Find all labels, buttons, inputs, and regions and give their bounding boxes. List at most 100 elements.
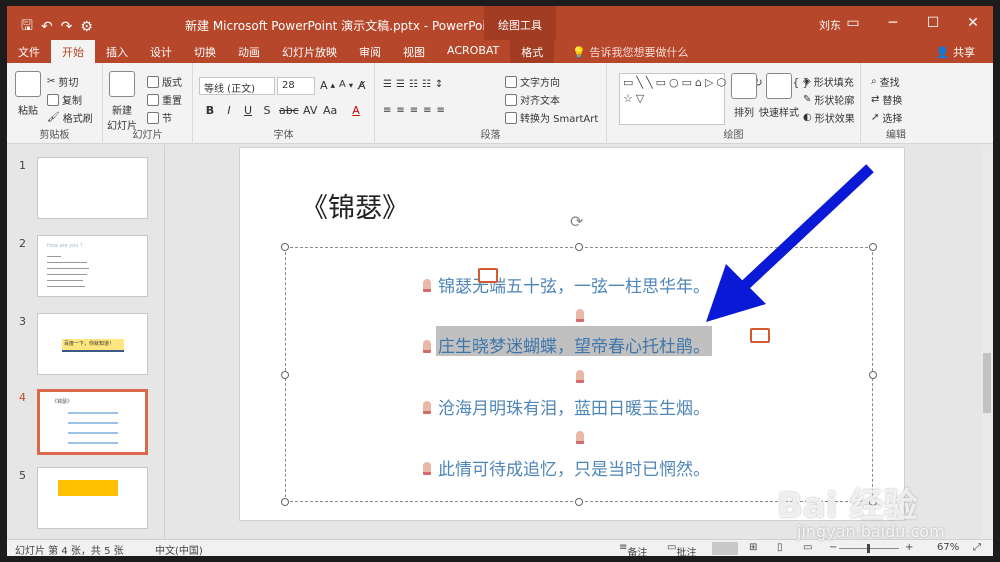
tab-acrobat[interactable]: ACROBAT <box>436 40 510 63</box>
current-slide[interactable]: 《锦瑟》 ⟳ 锦瑟无端五十弦，一弦一柱思华年。 庄生晓梦迷蝴蝶，望帝春心托杜鹃。 <box>239 147 905 521</box>
character-spacing-button[interactable]: AV <box>303 104 317 117</box>
replace-button[interactable]: ⇄ 替换 <box>871 92 902 107</box>
comments-button[interactable]: ▭ 批注 <box>667 542 696 556</box>
minimize-icon[interactable]: ─ <box>873 6 913 40</box>
drawing-tools-context-label: 绘图工具 <box>484 6 556 40</box>
scrollbar-thumb[interactable] <box>983 353 991 413</box>
arrange-button[interactable]: 排列 <box>731 73 757 119</box>
close-icon[interactable]: ✕ <box>953 6 993 40</box>
tab-format[interactable]: 格式 <box>510 40 555 63</box>
rotate-handle-icon[interactable]: ⟳ <box>570 212 583 231</box>
zoom-level[interactable]: 67% <box>937 542 959 553</box>
new-slide-button[interactable]: 新建 幻灯片 <box>107 71 137 132</box>
list-buttons[interactable]: ☰☰☷☷↕ <box>383 79 447 90</box>
tab-animations[interactable]: 动画 <box>227 40 271 63</box>
maximize-icon[interactable]: ☐ <box>913 6 953 40</box>
select-button[interactable]: ➚ 选择 <box>871 110 902 125</box>
tab-transitions[interactable]: 切换 <box>183 40 227 63</box>
tell-me-box[interactable]: 💡 告诉我您想要做什么 <box>562 40 698 63</box>
reading-view-icon[interactable]: ▯ <box>777 542 783 553</box>
group-editing: ⌕ 查找 ⇄ 替换 ➚ 选择 编辑 <box>861 63 931 144</box>
section-button[interactable]: 节 <box>147 110 172 125</box>
cursor-icon: ➚ <box>871 112 880 123</box>
tab-design[interactable]: 设计 <box>139 40 183 63</box>
poem-line-2-selected[interactable]: 庄生晓梦迷蝴蝶，望帝春心托杜鹃。 <box>436 326 712 357</box>
slide-title[interactable]: 《锦瑟》 <box>301 186 409 225</box>
font-name-dropdown[interactable]: 等线 (正文) <box>199 77 275 95</box>
tab-review[interactable]: 审阅 <box>348 40 392 63</box>
brush-icon: 🖌 <box>47 112 60 123</box>
cut-button[interactable]: ✂ 剪切 <box>47 74 78 89</box>
copy-button[interactable]: 复制 <box>47 92 82 107</box>
find-button[interactable]: ⌕ 查找 <box>871 74 900 89</box>
watermark-url: jingyan.baidu.com <box>797 522 945 541</box>
resize-handle[interactable] <box>575 243 583 251</box>
clear-formatting-button[interactable]: A̸ <box>358 79 366 92</box>
thumbnail-slide-5[interactable]: 5 <box>7 467 165 533</box>
poem-line-4[interactable]: 此情可待成追忆，只是当时已惘然。 <box>438 455 710 480</box>
tab-home[interactable]: 开始 <box>51 40 95 63</box>
tab-insert[interactable]: 插入 <box>95 40 139 63</box>
share-button[interactable]: 👤 共享 <box>936 44 975 60</box>
reset-button[interactable]: 重置 <box>147 92 182 107</box>
resize-handle[interactable] <box>575 498 583 506</box>
change-case-button[interactable]: Aa <box>323 104 337 117</box>
thumbnail-slide-1[interactable]: 1 <box>7 157 165 223</box>
format-painter-button[interactable]: 🖌 格式刷 <box>47 110 93 125</box>
font-color-button[interactable]: A <box>349 104 363 117</box>
italic-button[interactable]: I <box>222 104 236 117</box>
shadow-button[interactable]: S <box>260 104 274 117</box>
bold-button[interactable]: B <box>203 104 217 117</box>
thumbnail-text-line <box>47 268 89 269</box>
thumbnail-slide-2[interactable]: 2 How are you ? <box>7 235 165 301</box>
resize-handle[interactable] <box>281 498 289 506</box>
paste-button[interactable]: 粘贴 <box>15 71 41 117</box>
tab-slideshow[interactable]: 幻灯片放映 <box>271 40 348 63</box>
shape-outline-label: 形状轮廓 <box>814 96 855 107</box>
comment-icon[interactable] <box>750 328 770 343</box>
underline-button[interactable]: U <box>241 104 255 117</box>
grow-font-button[interactable]: A ▴ <box>320 79 335 92</box>
shapes-gallery[interactable]: ▭╲╲▭○▭⌂▷⬡↘⇨↻◡⌒{}☆▽ <box>619 73 809 125</box>
resize-handle[interactable] <box>869 371 877 379</box>
status-bar: 幻灯片 第 4 张，共 5 张 中文(中国) ≡ 备注 ▭ 批注 ⊞ ▯ ▭ −… <box>7 539 993 556</box>
zoom-slider-thumb[interactable] <box>867 544 870 553</box>
comment-icon[interactable] <box>478 268 498 283</box>
zoom-out-icon[interactable]: − <box>829 542 837 553</box>
alignment-buttons[interactable]: ≡≡≡≡≡ <box>383 105 450 116</box>
shrink-font-button[interactable]: A ▾ <box>339 79 353 90</box>
text-direction-button[interactable]: 文字方向 <box>505 74 560 89</box>
ribbon-display-options-icon[interactable]: ▭ <box>833 6 873 40</box>
shape-effects-button[interactable]: ◐ 形状效果 <box>803 110 855 125</box>
tab-view[interactable]: 视图 <box>392 40 436 63</box>
resize-handle[interactable] <box>281 243 289 251</box>
normal-view-button[interactable] <box>712 542 738 555</box>
vertical-scrollbar[interactable] <box>981 145 993 539</box>
quick-styles-button[interactable]: 快速样式 <box>759 73 799 119</box>
save-icon[interactable]: 🖫 <box>21 15 33 39</box>
strikethrough-button[interactable]: abc <box>279 104 299 117</box>
poem-line-3[interactable]: 沧海月明珠有泪，蓝田日暖玉生烟。 <box>438 394 710 419</box>
shape-outline-button[interactable]: ✎ 形状轮廓 <box>803 92 854 107</box>
customize-qat-icon[interactable]: ⚙ <box>80 19 93 35</box>
notes-button[interactable]: ≡ 备注 <box>619 542 647 556</box>
align-text-button[interactable]: 对齐文本 <box>505 92 560 107</box>
font-size-dropdown[interactable]: 28 <box>277 77 315 95</box>
language-indicator[interactable]: 中文(中国) <box>155 542 203 556</box>
undo-icon[interactable]: ↶ <box>41 19 53 35</box>
thumbnail-slide-4[interactable]: 4 《锦瑟》 <box>7 389 165 455</box>
text-direction-label: 文字方向 <box>520 78 560 89</box>
zoom-in-icon[interactable]: + <box>905 542 913 553</box>
slide-thumbnail-pane: 1 2 How are you ? 3 百度一下，你就知道！ 4 《锦瑟》 5 <box>7 145 165 539</box>
smartart-button[interactable]: 转换为 SmartArt <box>505 110 598 125</box>
resize-handle[interactable] <box>281 371 289 379</box>
slideshow-view-icon[interactable]: ▭ <box>803 542 812 553</box>
tab-file[interactable]: 文件 <box>7 40 51 63</box>
redo-icon[interactable]: ↷ <box>61 19 73 35</box>
slide-sorter-view-icon[interactable]: ⊞ <box>749 542 757 553</box>
tell-me-text: 告诉我您想要做什么 <box>589 46 689 59</box>
thumbnail-slide-3[interactable]: 3 百度一下，你就知道！ <box>7 313 165 379</box>
shape-fill-button[interactable]: ◈ 形状填充 <box>803 74 854 89</box>
fit-slide-icon[interactable]: ⤢ <box>973 542 981 553</box>
layout-button[interactable]: 版式 <box>147 74 182 89</box>
